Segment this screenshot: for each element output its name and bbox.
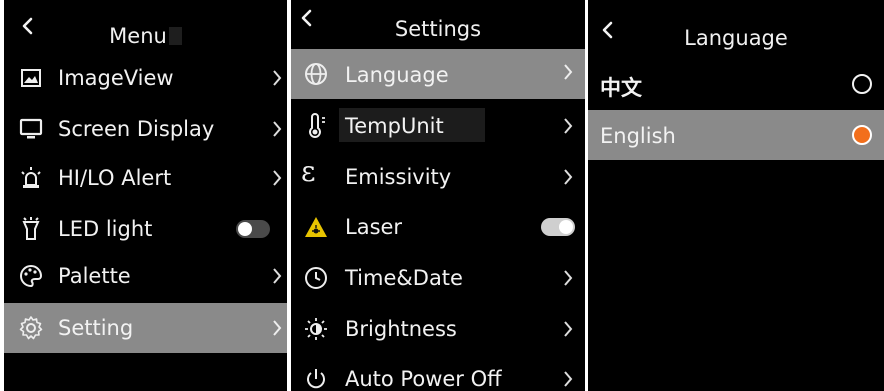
palette-icon: [18, 263, 44, 289]
power-icon: [303, 366, 329, 391]
language-option-label: English: [600, 124, 676, 148]
toggle-knob: [559, 220, 573, 234]
alarm-light-icon: [18, 165, 44, 191]
page-title: Settings: [291, 17, 585, 41]
thermometer-icon: [303, 113, 329, 139]
chevron-right-icon: [563, 320, 573, 338]
menu-item-label: HI/LO Alert: [58, 166, 172, 190]
toggle-knob: [238, 222, 252, 236]
chevron-right-icon: [563, 63, 573, 81]
chevron-right-icon: [563, 269, 573, 287]
chevron-right-icon: [272, 120, 282, 138]
chevron-right-icon: [272, 69, 282, 87]
menu-item-label: LED light: [58, 217, 153, 241]
menu-item-label: Palette: [58, 264, 131, 288]
language-option-english[interactable]: English: [588, 110, 884, 160]
settings-item-label: Brightness: [345, 317, 457, 341]
settings-panel: Settings Language TempUnit ε Emissivity: [291, 0, 585, 391]
settings-item-label: Time&Date: [345, 266, 463, 290]
settings-item-label: Language: [345, 63, 449, 87]
settings-item-tempunit[interactable]: TempUnit: [291, 104, 585, 148]
led-light-toggle[interactable]: [236, 220, 270, 238]
chevron-right-icon: [272, 267, 282, 285]
menu-item-label: Screen Display: [58, 117, 215, 141]
image-icon: [18, 65, 44, 91]
menu-item-led-light: LED light: [4, 207, 287, 251]
epsilon-icon: ε: [301, 155, 316, 188]
language-title: Language: [684, 26, 788, 50]
settings-item-label: Emissivity: [345, 165, 452, 189]
settings-item-auto-power-off[interactable]: Auto Power Off: [291, 357, 585, 391]
chevron-right-icon: [563, 370, 573, 388]
menu-item-setting[interactable]: Setting: [4, 303, 287, 353]
settings-item-time-date[interactable]: Time&Date: [291, 256, 585, 300]
clock-icon: [303, 265, 329, 291]
language-panel: Language 中文 English: [588, 0, 884, 391]
settings-item-label: Laser: [345, 215, 403, 239]
laser-warning-icon: [303, 214, 329, 240]
title-artifact: [168, 27, 182, 45]
settings-item-label: TempUnit: [345, 114, 444, 138]
chevron-right-icon: [563, 168, 573, 186]
menu-title: Menu: [109, 24, 167, 48]
brightness-icon: [303, 316, 329, 342]
menu-item-label: ImageView: [58, 66, 174, 90]
settings-title: Settings: [394, 17, 482, 41]
menu-panel: Menu ImageView Screen Display HI/LO Aler…: [4, 0, 287, 391]
menu-item-palette[interactable]: Palette: [4, 254, 287, 298]
menu-item-screen-display[interactable]: Screen Display: [4, 107, 287, 151]
settings-item-laser: Laser: [291, 205, 585, 249]
chevron-right-icon: [563, 117, 573, 135]
page-title: Language: [588, 26, 884, 50]
chevron-right-icon: [272, 169, 282, 187]
settings-item-language[interactable]: Language: [291, 49, 585, 99]
monitor-icon: [18, 116, 44, 142]
chevron-right-icon: [272, 319, 282, 337]
flashlight-icon: [18, 216, 44, 242]
settings-item-emissivity[interactable]: ε Emissivity: [291, 155, 585, 199]
radio-selected-icon[interactable]: [852, 125, 872, 145]
settings-item-brightness[interactable]: Brightness: [291, 307, 585, 351]
gear-icon: [18, 315, 44, 341]
language-option-label: 中文: [600, 76, 642, 100]
globe-icon: [303, 61, 329, 87]
menu-item-label: Setting: [58, 316, 134, 340]
page-title: Menu: [4, 24, 287, 48]
language-option-chinese[interactable]: 中文: [588, 62, 884, 106]
laser-toggle[interactable]: [541, 218, 575, 236]
menu-item-imageview[interactable]: ImageView: [4, 56, 287, 100]
menu-item-hilo-alert[interactable]: HI/LO Alert: [4, 156, 287, 200]
settings-item-label: Auto Power Off: [345, 367, 502, 391]
radio-unselected-icon[interactable]: [852, 74, 872, 94]
